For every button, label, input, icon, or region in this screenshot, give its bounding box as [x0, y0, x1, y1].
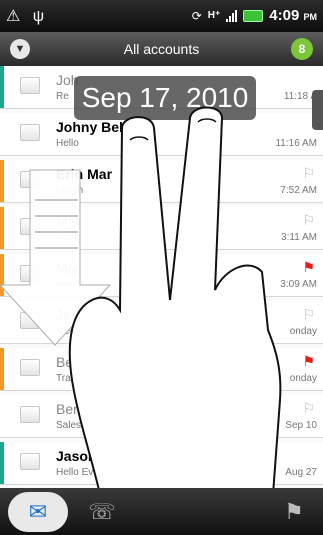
status-indicators: ⟳ H⁺ 4:09 PM [192, 7, 317, 24]
email-time: onday [289, 326, 317, 337]
email-subject: Mee [56, 326, 76, 337]
select-checkbox[interactable] [20, 359, 40, 376]
conversation-icon[interactable]: ☏ [72, 492, 132, 532]
account-color-bar [0, 254, 4, 296]
mail-tab-bar: ✉ ☏ ⚑ [0, 488, 323, 535]
email-sender: Benn [56, 401, 89, 417]
attachment-icon[interactable] [200, 492, 260, 532]
account-color-bar [0, 66, 4, 108]
email-row[interactable]: Jennif Mee onday ⚐ [0, 301, 323, 344]
email-sender: Jennif [56, 307, 94, 323]
fast-scroll-date: Sep 17, 2010 [74, 76, 256, 120]
clock-ampm: PM [303, 12, 318, 22]
flag-icon[interactable]: ⚐ [302, 306, 315, 323]
inbox-icon[interactable]: ✉ [8, 492, 68, 532]
email-subject: Hello Ever [56, 467, 103, 478]
flag-icon[interactable]: ⚑ [264, 492, 323, 532]
flag-icon[interactable]: ⚑ [302, 353, 315, 370]
email-time: 7:52 AM [280, 185, 317, 196]
flag-icon[interactable]: ⚐ [302, 165, 315, 182]
account-color-bar [0, 442, 4, 484]
email-time: onday [289, 373, 317, 384]
email-row[interactable]: Jason F Hello Ever Aug 27 [0, 442, 323, 485]
email-row[interactable]: Erin Mar Lunch 7:52 AM ⚐ [0, 160, 323, 203]
battery-icon [243, 9, 264, 22]
network-icon: H⁺ [207, 10, 221, 21]
account-color-bar [0, 207, 4, 249]
email-row[interactable]: Be Trave onday ⚑ [0, 348, 323, 391]
status-bar: ⚠ ψ ⟳ H⁺ 4:09 PM [0, 0, 323, 32]
account-color-bar [0, 348, 4, 390]
select-checkbox[interactable] [20, 77, 40, 94]
select-checkbox[interactable] [20, 124, 40, 141]
email-sender: Be [56, 354, 74, 370]
email-sender: Johny Bel [56, 119, 123, 135]
flag-icon[interactable]: ⚐ [302, 212, 315, 229]
flag-icon[interactable]: ⚐ [302, 400, 315, 417]
select-checkbox[interactable] [20, 406, 40, 423]
select-checkbox[interactable] [20, 265, 40, 282]
email-row[interactable]: Benn Sales r Sep 10 ⚐ [0, 395, 323, 438]
email-list[interactable]: Joh Re 11:18 A Johny Bel Hello 11:16 AM Erin M… [0, 66, 323, 488]
email-time: Aug 27 [285, 467, 317, 478]
notification-icons: ⚠ ψ [6, 8, 49, 25]
unread-count-badge: 8 [291, 38, 313, 60]
group-icon[interactable] [136, 492, 196, 532]
email-row[interactable]: Mar ting 3:09 AM ⚑ [0, 254, 323, 297]
email-sender: Mar [56, 213, 81, 229]
email-sender: Mar [56, 260, 81, 276]
select-checkbox[interactable] [20, 312, 40, 329]
email-subject: ting [56, 279, 73, 290]
clock: 4:09 PM [269, 7, 317, 24]
clock-time: 4:09 [269, 7, 300, 24]
email-subject: Hello [56, 138, 79, 149]
signal-icon [226, 9, 238, 22]
email-sender: Erin Mar [56, 166, 113, 182]
email-subject: nical [56, 232, 77, 243]
scroll-handle[interactable] [312, 90, 323, 130]
flag-icon[interactable]: ⚑ [302, 259, 315, 276]
email-time: 3:09 AM [280, 279, 317, 290]
email-time: Sep 10 [285, 420, 317, 431]
account-color-bar [0, 160, 4, 202]
email-time: 3:11 AM [281, 232, 317, 243]
sync-icon: ⟳ [191, 8, 202, 23]
email-subject: Trave [56, 373, 82, 384]
select-checkbox[interactable] [20, 171, 40, 188]
email-time: 11:16 AM [275, 138, 317, 149]
email-subject: Lunch [56, 185, 84, 196]
select-checkbox[interactable] [20, 218, 40, 235]
email-subject: Re [56, 91, 69, 102]
account-title: All accounts [123, 41, 200, 57]
email-sender: Jason F [56, 448, 109, 464]
account-header: ▼ All accounts 8 [0, 32, 323, 66]
select-checkbox[interactable] [20, 453, 40, 470]
email-subject: Sales r [56, 420, 88, 431]
email-row[interactable]: Mar nical 3:11 AM ⚐ [0, 207, 323, 250]
